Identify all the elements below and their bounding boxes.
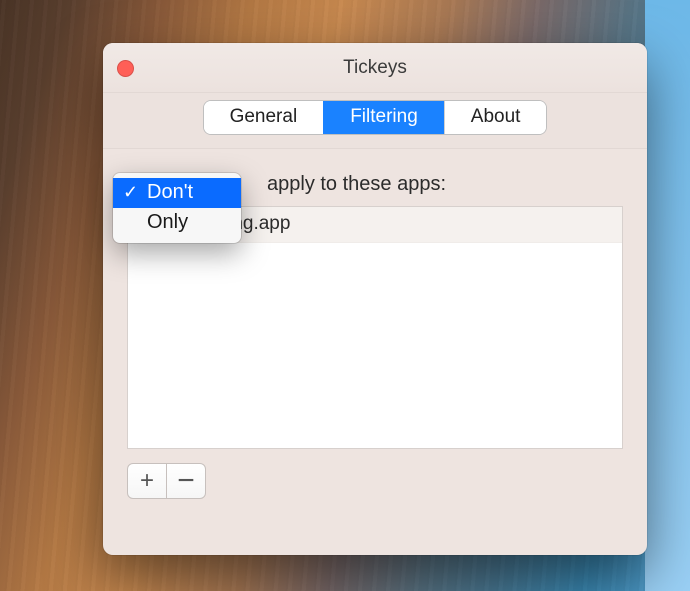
list-edit-buttons: + − xyxy=(127,463,623,499)
titlebar: Tickeys xyxy=(103,43,647,93)
traffic-lights xyxy=(117,60,134,77)
tab-general[interactable]: General xyxy=(204,101,324,134)
dropdown-option-only[interactable]: Only xyxy=(113,208,241,238)
tab-bar: General Filtering About xyxy=(103,93,647,149)
dropdown-option-label: Only xyxy=(147,211,188,233)
preferences-window: Tickeys General Filtering About apply to… xyxy=(103,43,647,555)
tab-about[interactable]: About xyxy=(444,101,547,134)
close-button[interactable] xyxy=(117,60,134,77)
tab-segmented-control: General Filtering About xyxy=(204,101,547,134)
window-title: Tickeys xyxy=(343,57,407,79)
remove-app-button[interactable]: − xyxy=(166,463,206,499)
filter-logic-dropdown[interactable]: ✓ Don't Only xyxy=(113,173,241,243)
tab-filtering[interactable]: Filtering xyxy=(323,101,444,134)
check-icon: ✓ xyxy=(123,182,138,203)
dropdown-option-dont[interactable]: ✓ Don't xyxy=(113,178,241,208)
dropdown-option-label: Don't xyxy=(147,181,193,203)
add-app-button[interactable]: + xyxy=(127,463,167,499)
